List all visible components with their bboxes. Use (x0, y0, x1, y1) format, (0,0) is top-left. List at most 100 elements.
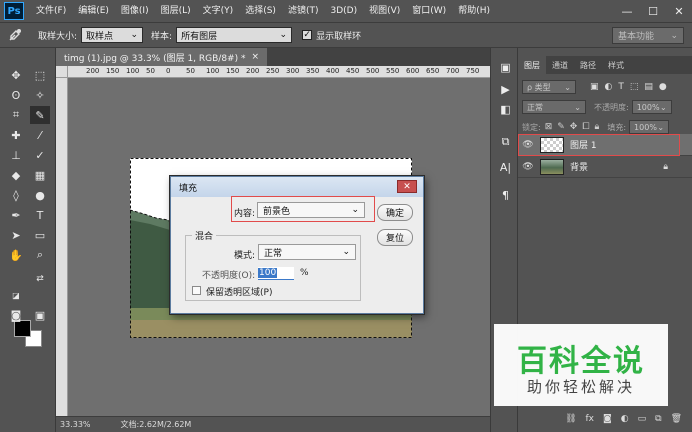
eyedropper-tool-icon[interactable]: ✎ (30, 106, 50, 124)
magic-wand-icon[interactable]: ✧ (30, 86, 50, 104)
filter-smart-icon[interactable]: ▤ (644, 82, 653, 92)
tab-close-icon[interactable]: × (251, 52, 259, 62)
layer-filter-select[interactable]: ρ 类型 ⌄ (522, 80, 576, 94)
layer-opacity-input[interactable]: 100% ⌄ (631, 100, 672, 114)
link-icon[interactable]: ⛓︎ (565, 414, 576, 424)
mode-select[interactable]: 正常 ⌄ (258, 244, 356, 260)
menu-filter[interactable]: 滤镜(T) (282, 0, 325, 22)
history-icon[interactable]: ▣ (498, 60, 513, 75)
blur-tool-icon[interactable]: ◊ (6, 186, 26, 204)
blend-row: 正常 ⌄ 不透明度: 100% ⌄ (522, 98, 688, 116)
paragraph-icon[interactable]: ¶ (498, 188, 513, 203)
menu-file[interactable]: 文件(F) (30, 0, 72, 22)
new-layer-icon[interactable]: ⧉ (655, 414, 661, 424)
workspace-select[interactable]: 基本功能 ⌄ (612, 27, 684, 44)
opacity-input[interactable]: 100 (258, 267, 294, 280)
zoom-level[interactable]: 33.33% (60, 420, 91, 429)
brush-tool-icon[interactable]: ⁄ (30, 126, 50, 144)
mask-icon[interactable]: ◙ (603, 414, 612, 424)
menu-layer[interactable]: 图层(L) (155, 0, 197, 22)
ok-button[interactable]: 确定 (377, 204, 413, 221)
mode-label: 模式: (234, 251, 256, 261)
fill-input[interactable]: 100% ⌄ (629, 120, 670, 134)
pen-tool-icon[interactable]: ✒ (6, 206, 26, 224)
lock-all-icon[interactable]: 🔒︎ (595, 122, 600, 132)
move-tool-icon[interactable]: ✥ (6, 66, 26, 84)
menu-window[interactable]: 窗口(W) (406, 0, 452, 22)
reset-button[interactable]: 复位 (377, 229, 413, 246)
screen-mode-icon[interactable]: ▣ (30, 306, 50, 324)
history-brush-icon[interactable]: ✓ (30, 146, 50, 164)
menu-view[interactable]: 视图(V) (363, 0, 406, 22)
sample-size-select[interactable]: 取样点 ⌄ (81, 27, 144, 43)
tab-channels[interactable]: 通道 (546, 56, 574, 74)
filter-toggle-icon[interactable]: ● (659, 82, 667, 92)
menu-type[interactable]: 文字(Y) (197, 0, 240, 22)
menu-select[interactable]: 选择(S) (239, 0, 282, 22)
menu-image[interactable]: 图像(I) (115, 0, 155, 22)
eraser-tool-icon[interactable]: ◆ (6, 166, 26, 184)
marquee-tool-icon[interactable]: ⬚ (30, 66, 50, 84)
dialog-title-bar[interactable]: 填充 ✕ (171, 177, 423, 197)
ruler-corner[interactable] (56, 66, 68, 78)
menu-help[interactable]: 帮助(H) (452, 0, 496, 22)
close-button[interactable]: ✕ (666, 0, 692, 22)
lock-artboard-icon[interactable]: ⧠ (582, 122, 589, 132)
minimize-button[interactable]: — (614, 0, 640, 22)
healing-brush-icon[interactable]: ✚ (6, 126, 26, 144)
content-select[interactable]: 前景色 ⌄ (257, 202, 365, 218)
adjustment-icon[interactable]: ◐ (621, 414, 629, 424)
blend-mode-value: 正常 (527, 102, 543, 112)
vertical-ruler[interactable] (56, 78, 68, 416)
properties-icon[interactable]: ◧ (498, 102, 513, 117)
blending-group: 混合 模式: 正常 ⌄ 不透明度(O): 100 % 保留透明区域(P) (185, 229, 361, 301)
menu-3d[interactable]: 3D(D) (324, 0, 363, 22)
horizontal-ruler[interactable]: 200 150 100 50 0 50 100 150 200 250 300 … (68, 66, 490, 78)
filter-type-icon[interactable]: T (618, 82, 624, 92)
blend-mode-select[interactable]: 正常 ⌄ (522, 100, 586, 114)
crop-tool-icon[interactable]: ⌗ (6, 106, 26, 124)
character-icon[interactable]: A| (498, 160, 513, 175)
tab-layers[interactable]: 图层 (518, 56, 546, 74)
eye-icon[interactable]: 👁︎ (518, 162, 538, 172)
shape-tool-icon[interactable]: ▭ (30, 226, 50, 244)
dodge-tool-icon[interactable]: ● (30, 186, 50, 204)
quick-mask-icon[interactable]: ◙ (6, 306, 26, 324)
document-tab[interactable]: timg (1).jpg @ 33.3% (图层 1, RGB/8#) * × (56, 48, 268, 66)
content-label: 内容: (234, 209, 256, 219)
sample-select[interactable]: 所有图层 ⌄ (176, 27, 293, 43)
filter-pixel-icon[interactable]: ▣ (590, 82, 599, 92)
opacity-value: 100 (258, 268, 278, 278)
eyedropper-icon[interactable] (0, 24, 30, 46)
ruler-tick-label: 750 (466, 67, 480, 75)
tab-styles[interactable]: 样式 (602, 56, 630, 74)
hand-tool-icon[interactable]: ✋ (6, 246, 26, 264)
dialog-close-button[interactable]: ✕ (397, 180, 417, 193)
lock-pixels-icon[interactable]: ✎ (557, 122, 565, 132)
filter-shape-icon[interactable]: ⬚ (630, 82, 639, 92)
fx-icon[interactable]: fx (586, 414, 595, 424)
restore-button[interactable]: ☐ (640, 0, 666, 22)
show-ring-checkbox[interactable]: ✓ (302, 30, 313, 40)
delete-icon[interactable]: 🗑︎ (671, 414, 682, 424)
lock-icon: 🔒︎ (663, 161, 668, 172)
zoom-tool-icon[interactable]: ⌕ (30, 246, 50, 264)
actions-play-icon[interactable]: ▶ (498, 82, 513, 97)
default-colors-icon[interactable]: ◪ (6, 286, 26, 304)
group-icon[interactable]: ▭ (638, 414, 647, 424)
swap-colors-icon[interactable]: ⇄ (30, 270, 50, 288)
layer-row-background[interactable]: 👁︎ 背景 🔒︎ (518, 156, 692, 178)
menu-edit[interactable]: 编辑(E) (72, 0, 115, 22)
lasso-tool-icon[interactable]: ʘ (6, 86, 26, 104)
adjustments-icon[interactable]: ⧉ (498, 134, 513, 149)
lock-transparent-icon[interactable]: ⊠ (545, 122, 553, 132)
type-tool-icon[interactable]: T (30, 206, 50, 224)
chevron-down-icon: ⌄ (351, 205, 359, 215)
filter-adjust-icon[interactable]: ◐ (605, 82, 613, 92)
preserve-transparency-checkbox[interactable] (192, 286, 201, 295)
clone-stamp-icon[interactable]: ⊥ (6, 146, 26, 164)
gradient-tool-icon[interactable]: ▦ (30, 166, 50, 184)
path-selection-icon[interactable]: ➤ (6, 226, 26, 244)
lock-position-icon[interactable]: ✥ (570, 122, 578, 132)
tab-paths[interactable]: 路径 (574, 56, 602, 74)
